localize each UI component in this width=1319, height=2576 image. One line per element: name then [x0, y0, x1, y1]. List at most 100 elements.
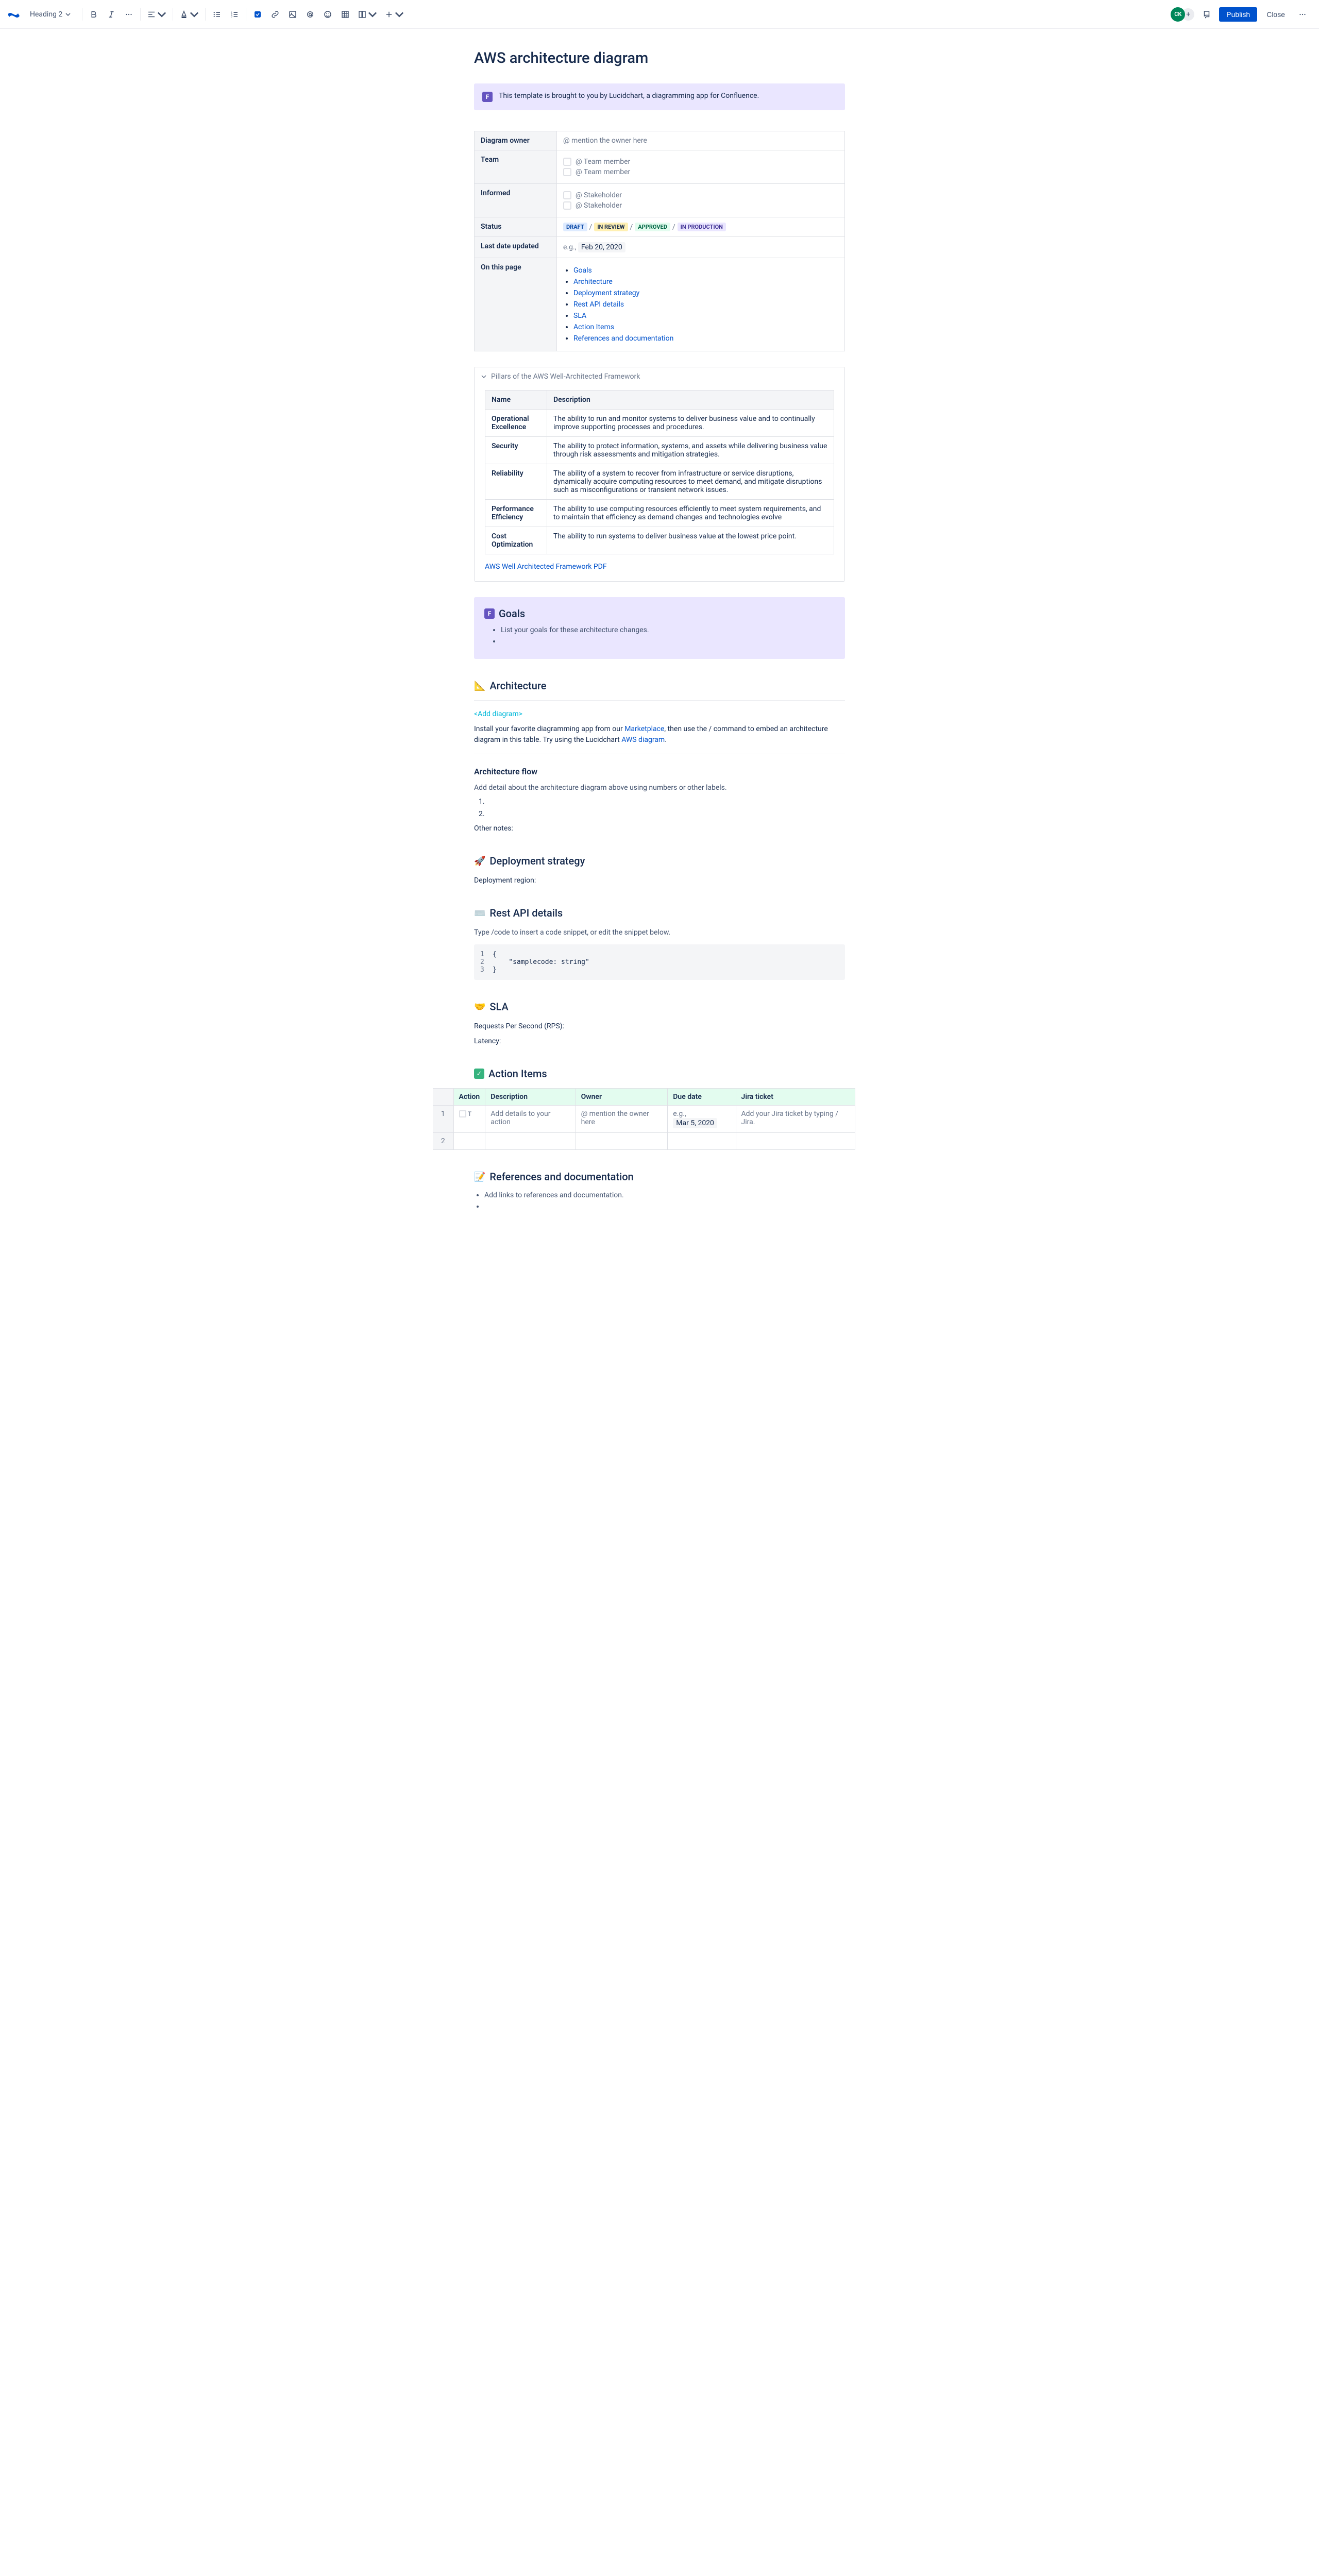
- user-avatar[interactable]: CK: [1171, 7, 1185, 22]
- align-button[interactable]: [144, 6, 170, 23]
- team-member-placeholder[interactable]: @ Team member: [576, 168, 630, 176]
- more-formatting-button[interactable]: [121, 6, 137, 23]
- team-member-placeholder[interactable]: @ Team member: [576, 158, 630, 166]
- date-chip[interactable]: Feb 20, 2020: [578, 242, 625, 252]
- text-color-button[interactable]: [176, 6, 202, 23]
- stakeholder-placeholder[interactable]: @ Stakeholder: [576, 201, 622, 210]
- reference-item[interactable]: Add links to references and documentatio…: [484, 1191, 845, 1200]
- action-checkbox[interactable]: [459, 1110, 466, 1117]
- goals-item[interactable]: List your goals for these architecture c…: [501, 626, 835, 635]
- table-header: Owner: [576, 1089, 668, 1106]
- status-badge-review[interactable]: IN REVIEW: [594, 223, 628, 231]
- aws-diagram-link[interactable]: AWS diagram: [621, 736, 665, 744]
- stakeholder-placeholder[interactable]: @ Stakeholder: [576, 191, 622, 199]
- publish-button[interactable]: Publish: [1219, 7, 1257, 22]
- italic-button[interactable]: [103, 6, 120, 23]
- close-button[interactable]: Close: [1261, 7, 1290, 22]
- toolbar-divider: [140, 8, 141, 21]
- heading-style-select[interactable]: Heading 2: [26, 8, 75, 21]
- deployment-heading: 🚀Deployment strategy: [474, 855, 845, 867]
- rest-api-hint[interactable]: Type /code to insert a code snippet, or …: [474, 927, 845, 938]
- handshake-icon: 🤝: [474, 1002, 485, 1012]
- table-header: Jira ticket: [736, 1089, 855, 1106]
- confluence-logo-icon: [8, 8, 21, 21]
- status-badge-production[interactable]: IN PRODUCTION: [678, 223, 726, 231]
- code-snippet[interactable]: 1{ 2 "samplecode: string" 3}: [474, 944, 845, 980]
- toc-link[interactable]: Deployment strategy: [573, 289, 639, 297]
- expand-panel: Pillars of the AWS Well-Architected Fram…: [474, 367, 845, 582]
- action-item-button[interactable]: [249, 6, 266, 23]
- toc-link[interactable]: References and documentation: [573, 334, 673, 343]
- references-list[interactable]: Add links to references and documentatio…: [484, 1191, 845, 1212]
- mention-button[interactable]: [302, 6, 318, 23]
- meta-status-label: Status: [475, 217, 557, 237]
- image-button[interactable]: [284, 6, 301, 23]
- meta-informed-label: Informed: [475, 184, 557, 217]
- bold-button[interactable]: [86, 6, 102, 23]
- action-owner[interactable]: @ mention the owner here: [581, 1110, 649, 1126]
- row-number: 1: [433, 1106, 453, 1133]
- info-icon: F: [482, 92, 493, 102]
- more-actions-button[interactable]: [1294, 6, 1311, 23]
- row-number: 2: [433, 1133, 453, 1150]
- insert-button[interactable]: [381, 6, 407, 23]
- checkbox[interactable]: [563, 168, 571, 176]
- chevron-down-icon: [157, 10, 166, 19]
- chevron-down-icon: [190, 10, 199, 19]
- goals-panel: F Goals List your goals for these archit…: [474, 597, 845, 659]
- editor-toolbar: Heading 2 123 CK + Publish Close: [0, 0, 1319, 29]
- table-corner: [433, 1089, 453, 1106]
- status-badge-approved[interactable]: APPROVED: [635, 223, 670, 231]
- page-title[interactable]: AWS architecture diagram: [474, 49, 845, 67]
- action-description[interactable]: Add details to your action: [491, 1110, 550, 1126]
- layouts-button[interactable]: [354, 6, 380, 23]
- pdf-link[interactable]: AWS Well Architected Framework PDF: [485, 563, 834, 571]
- keyboard-icon: ⌨️: [474, 908, 485, 919]
- link-button[interactable]: [267, 6, 283, 23]
- date-chip[interactable]: Mar 5, 2020: [673, 1118, 717, 1128]
- sla-latency[interactable]: Latency:: [474, 1036, 845, 1047]
- metadata-table: Diagram owner @ mention the owner here T…: [474, 131, 845, 351]
- numbered-list-button[interactable]: 123: [226, 6, 243, 23]
- chevron-down-icon: [368, 10, 377, 19]
- pillar-desc: The ability to use computing resources e…: [547, 500, 834, 527]
- add-diagram-link[interactable]: <Add diagram>: [474, 710, 522, 718]
- architecture-flow-text[interactable]: Add detail about the architecture diagra…: [474, 783, 845, 793]
- info-panel-text: This template is brought to you by Lucid…: [499, 92, 759, 102]
- checkbox[interactable]: [563, 191, 571, 199]
- divider: [474, 700, 845, 701]
- status-badge-draft[interactable]: DRAFT: [563, 223, 587, 231]
- action-jira[interactable]: Add your Jira ticket by typing / Jira.: [741, 1110, 838, 1126]
- toc-link[interactable]: Architecture: [573, 278, 613, 286]
- table-button[interactable]: [337, 6, 353, 23]
- reference-item-empty[interactable]: [484, 1202, 845, 1212]
- sla-rps[interactable]: Requests Per Second (RPS):: [474, 1021, 845, 1032]
- architecture-heading: 📐Architecture: [474, 680, 845, 692]
- references-heading: 📝References and documentation: [474, 1171, 845, 1183]
- toolbar-divider: [205, 8, 206, 21]
- checkbox[interactable]: [563, 201, 571, 210]
- toc-link[interactable]: SLA: [573, 312, 586, 320]
- pillar-desc: The ability of a system to recover from …: [547, 464, 834, 500]
- owner-placeholder[interactable]: @ mention the owner here: [563, 137, 647, 145]
- other-notes[interactable]: Other notes:: [474, 823, 845, 834]
- bullet-list-button[interactable]: [209, 6, 225, 23]
- deployment-region[interactable]: Deployment region:: [474, 875, 845, 886]
- list-item[interactable]: [486, 798, 845, 807]
- list-item[interactable]: [486, 810, 845, 819]
- rest-api-heading: ⌨️Rest API details: [474, 907, 845, 919]
- emoji-button[interactable]: [319, 6, 336, 23]
- table-of-contents: Goals Architecture Deployment strategy R…: [573, 266, 838, 343]
- rocket-icon: 🚀: [474, 856, 485, 867]
- goals-item-empty[interactable]: [501, 637, 835, 647]
- architecture-text[interactable]: Install your favorite diagramming app fr…: [474, 724, 845, 745]
- checkbox[interactable]: [563, 158, 571, 166]
- toc-link[interactable]: Action Items: [573, 323, 614, 331]
- expand-toggle[interactable]: Pillars of the AWS Well-Architected Fram…: [475, 367, 844, 386]
- toc-link[interactable]: Goals: [573, 266, 592, 275]
- marketplace-link[interactable]: Marketplace: [624, 725, 664, 733]
- toc-link[interactable]: Rest API details: [573, 300, 624, 309]
- request-changes-button[interactable]: [1198, 6, 1215, 23]
- architecture-flow-list[interactable]: [486, 798, 845, 819]
- pillar-name: Cost Optimization: [485, 527, 547, 554]
